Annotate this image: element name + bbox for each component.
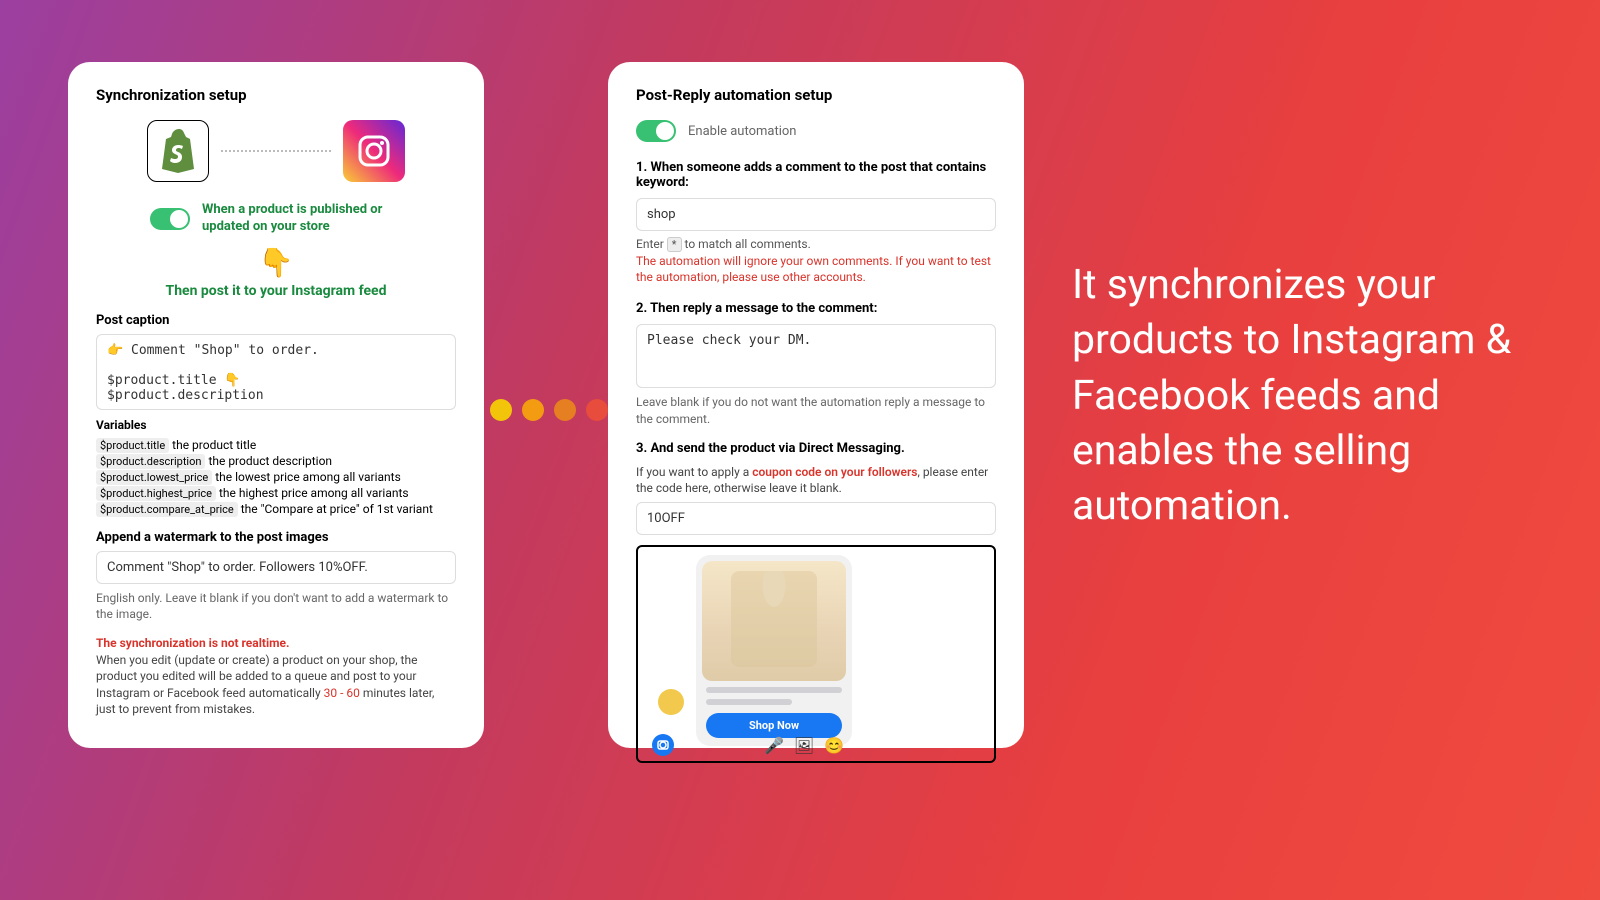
dm-preview: Shop Now 🎤 🖼 😊: [636, 545, 996, 763]
sync-title: Synchronization setup: [96, 86, 456, 104]
marketing-headline: It synchronizes your products to Instagr…: [1072, 258, 1544, 535]
ignore-warning: The automation will ignore your own comm…: [636, 253, 996, 285]
caption-input[interactable]: 👉 Comment "Shop" to order. $product.titl…: [96, 334, 456, 410]
dm-footer: 🎤 🖼 😊: [638, 729, 994, 761]
step1-label: 1. When someone adds a comment to the po…: [636, 160, 996, 190]
match-note: Enter * to match all comments.: [636, 237, 996, 251]
shopify-icon: [147, 120, 209, 182]
dm-avatar: [658, 689, 684, 715]
caption-label: Post caption: [96, 313, 456, 328]
watermark-label: Append a watermark to the post images: [96, 530, 456, 545]
sync-warning-title: The synchronization is not realtime.: [96, 636, 456, 650]
coupon-input[interactable]: 10OFF: [636, 502, 996, 535]
keyword-input[interactable]: shop: [636, 198, 996, 231]
variables-section: Variables $product.title the product tit…: [96, 418, 456, 516]
dot-4: [586, 399, 608, 421]
connector-dots: [490, 399, 608, 421]
sync-warning-body: When you edit (update or create) a produ…: [96, 652, 456, 717]
watermark-input[interactable]: Comment "Shop" to order. Followers 10%OF…: [96, 551, 456, 584]
automation-card: Post-Reply automation setup Enable autom…: [608, 62, 1024, 748]
instagram-icon: [343, 120, 405, 182]
enable-toggle[interactable]: [636, 120, 676, 142]
sync-toggle-label: When a product is published or updated o…: [202, 202, 402, 236]
variables-label: Variables: [96, 418, 456, 432]
dm-skeleton-line: [706, 687, 842, 693]
photo-icon[interactable]: 🖼: [794, 736, 814, 755]
dm-product-image: [702, 561, 846, 681]
reply-help: Leave blank if you do not want the autom…: [636, 394, 996, 426]
step3-label: 3. And send the product via Direct Messa…: [636, 441, 996, 456]
dot-3: [554, 399, 576, 421]
step2-label: 2. Then reply a message to the comment:: [636, 301, 996, 316]
logo-row: [96, 120, 456, 182]
watermark-help: English only. Leave it blank if you don'…: [96, 590, 456, 622]
sync-toggle-row: When a product is published or updated o…: [96, 202, 456, 236]
sticker-icon[interactable]: 😊: [824, 736, 844, 755]
sync-toggle[interactable]: [150, 208, 190, 230]
point-down-icon: 👇: [96, 246, 456, 279]
dot-2: [522, 399, 544, 421]
camera-icon[interactable]: [652, 734, 674, 756]
sync-card: Synchronization setup When a product is …: [68, 62, 484, 748]
coupon-note: If you want to apply a coupon code on yo…: [636, 464, 996, 496]
automation-title: Post-Reply automation setup: [636, 86, 996, 104]
dm-product-card: Shop Now: [696, 555, 852, 746]
connector-line: [221, 150, 331, 152]
dm-skeleton-line: [706, 699, 792, 705]
enable-label: Enable automation: [688, 124, 796, 139]
reply-input[interactable]: Please check your DM.: [636, 324, 996, 388]
then-post-label: Then post it to your Instagram feed: [96, 283, 456, 299]
dot-1: [490, 399, 512, 421]
mic-icon[interactable]: 🎤: [764, 736, 784, 755]
